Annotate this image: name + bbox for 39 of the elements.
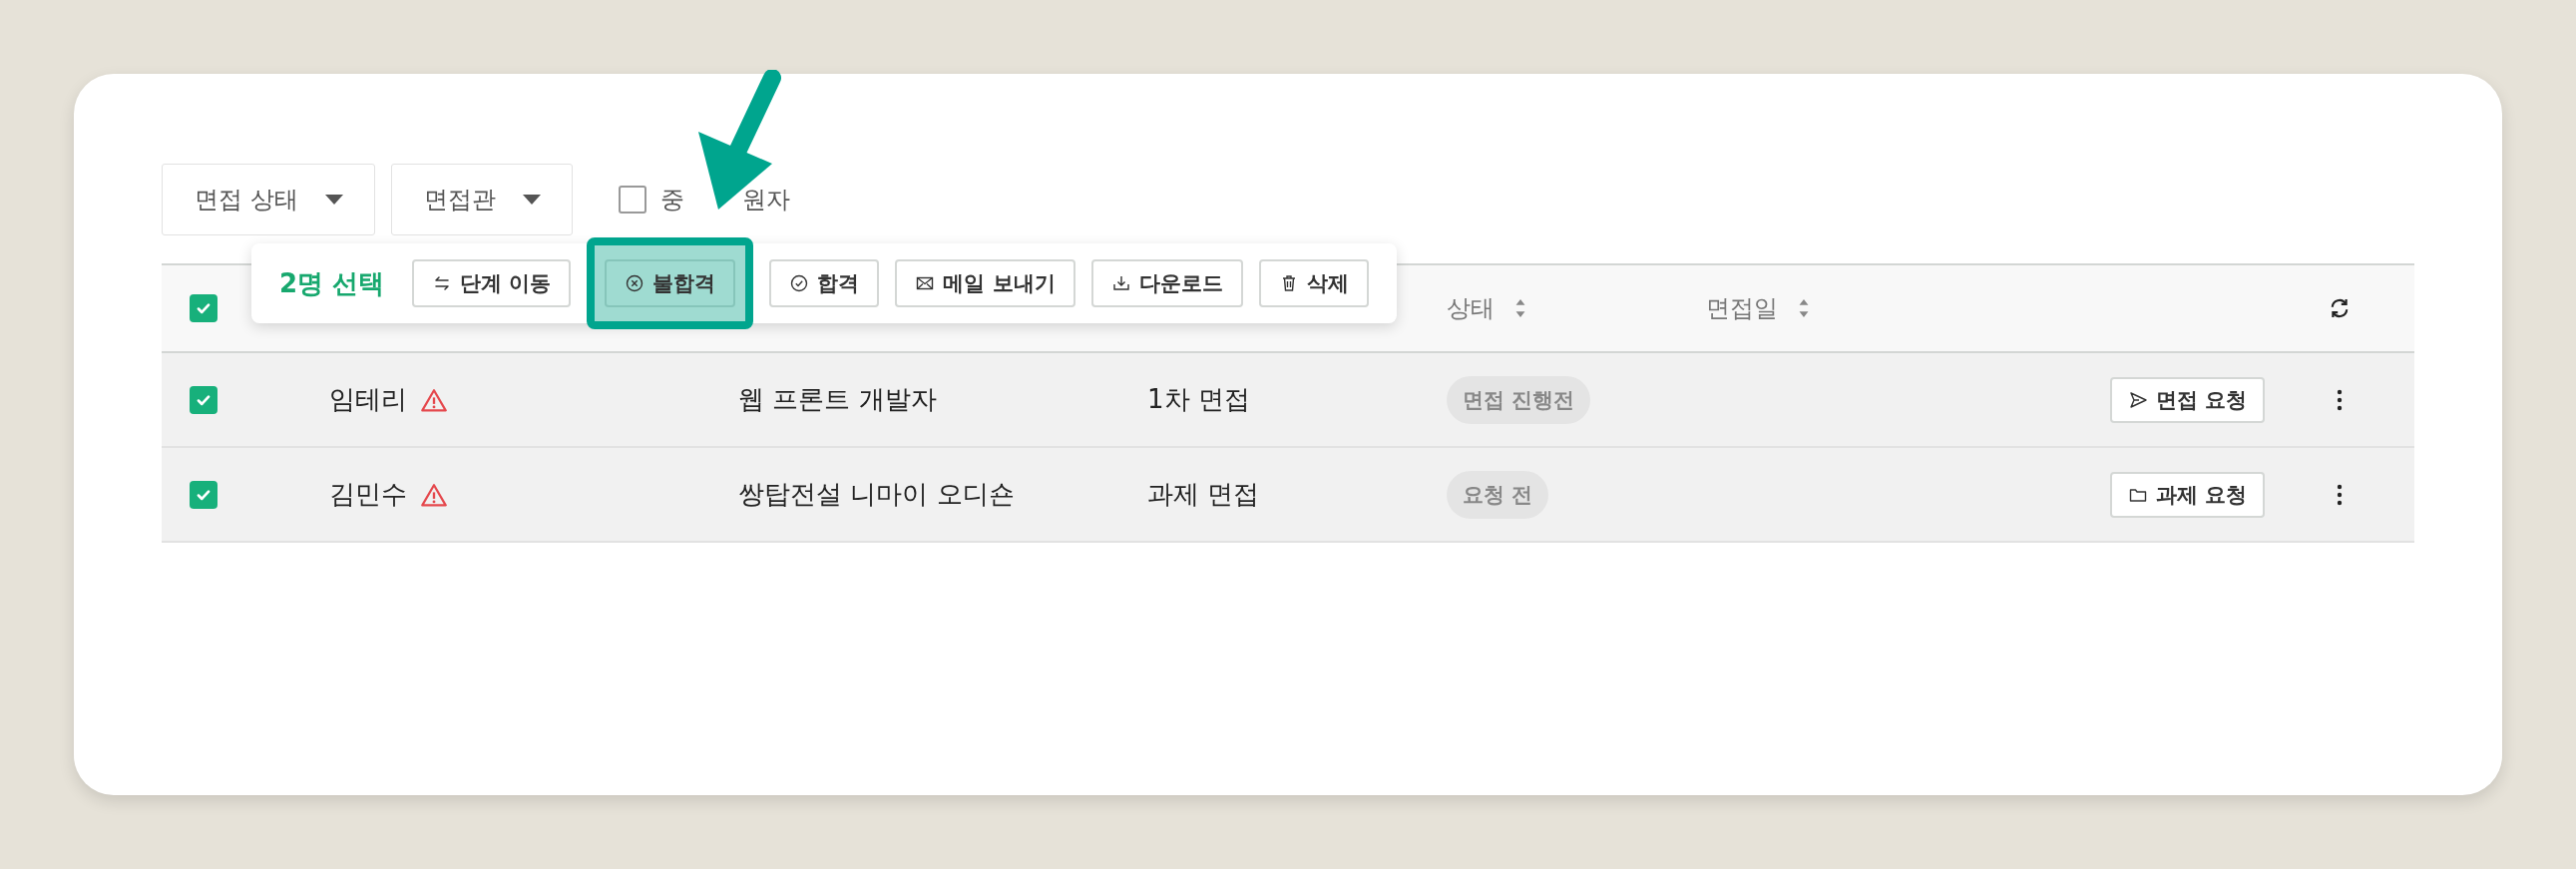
applicant-name: 임테리 — [329, 383, 407, 416]
caret-icon — [323, 194, 344, 206]
table-row[interactable]: 임테리 웹 프론트 개발자 1차 면접 면접 진행전 면접 요청 — [162, 353, 2414, 448]
applicant-name: 김민수 — [329, 478, 407, 511]
select-all-checkbox[interactable] — [190, 294, 217, 322]
filter-dropdown[interactable]: 면접 상태 — [162, 164, 375, 235]
column-header[interactable]: 상태 — [1447, 292, 1495, 324]
table-cell-text: 쌍탑전설 니마이 오디숀 — [738, 478, 1015, 511]
x-circle-icon — [625, 273, 645, 293]
check-circle-icon — [789, 273, 810, 293]
action-button[interactable]: 메일 보내기 — [895, 259, 1075, 307]
checkbox-label: 중 — [659, 185, 684, 216]
status-badge: 면접 진행전 — [1447, 375, 1591, 424]
checkbox[interactable] — [618, 186, 646, 214]
row-checkbox[interactable] — [190, 480, 217, 509]
column-header[interactable]: 면접일 — [1706, 292, 1778, 324]
action-button[interactable]: 단계 이동 — [412, 259, 572, 307]
table-cell-text: 웹 프론트 개발자 — [738, 383, 937, 416]
status-badge: 요청 전 — [1447, 470, 1549, 519]
table-cell-text: 과제 면접 — [1147, 478, 1260, 511]
row-checkbox[interactable] — [190, 385, 217, 414]
request-button[interactable]: 면접 요청 — [2109, 376, 2265, 423]
table-row[interactable]: 김민수 쌍탑전설 니마이 오디숀 과제 면접 요청 전 과제 요청 — [162, 448, 2414, 543]
sort-icon[interactable] — [1514, 298, 1526, 318]
checkbox-label: 원자 — [741, 185, 790, 216]
action-button[interactable]: 다운로드 — [1090, 259, 1243, 307]
action-button[interactable]: 삭제 — [1258, 259, 1369, 307]
action-button[interactable]: 불합격 — [605, 259, 736, 307]
sort-icon[interactable] — [1798, 298, 1810, 318]
download-icon — [1110, 273, 1131, 293]
filter-dropdown[interactable]: 면접관 — [390, 164, 573, 235]
more-icon[interactable] — [2337, 482, 2343, 507]
caret-icon — [521, 194, 542, 206]
selection-count: 2명 선택 — [279, 266, 385, 300]
more-icon[interactable] — [2337, 387, 2343, 412]
request-button[interactable]: 과제 요청 — [2109, 471, 2265, 518]
table-cell-text: 1차 면접 — [1147, 383, 1250, 416]
send-icon — [2127, 389, 2148, 410]
action-button[interactable]: 합격 — [769, 259, 880, 307]
